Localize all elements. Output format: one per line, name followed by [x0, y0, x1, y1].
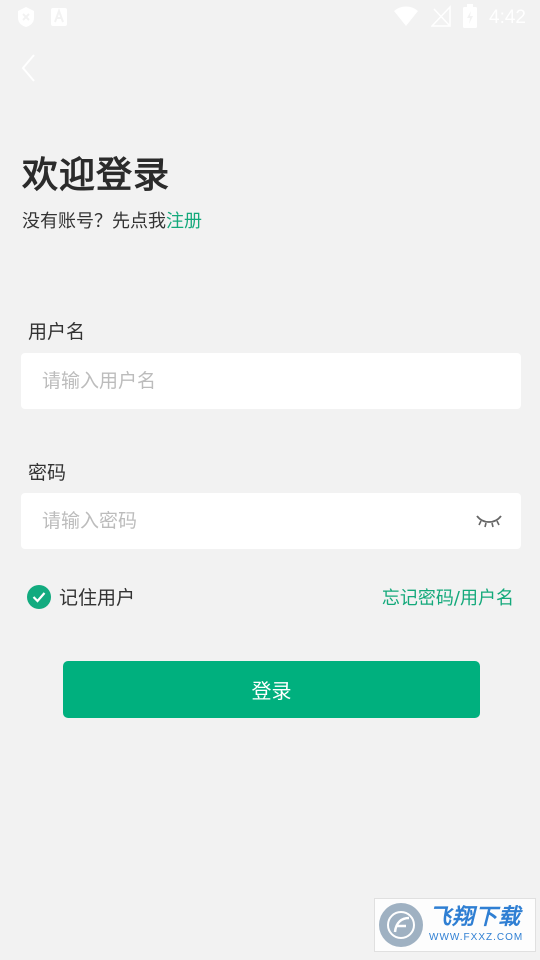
login-button[interactable]: 登录	[63, 661, 480, 718]
watermark-en: WWW.FXXZ.COM	[429, 932, 524, 943]
forgot-password-link[interactable]: 忘记密码/用户名	[382, 584, 514, 610]
watermark: 飞翔下载 WWW.FXXZ.COM	[374, 898, 536, 952]
back-button[interactable]	[20, 52, 48, 88]
password-label: 密码	[28, 462, 67, 484]
register-prompt-text: 没有账号？先点我	[22, 211, 166, 232]
password-input[interactable]	[21, 493, 462, 549]
notification-x-icon	[16, 6, 36, 32]
page-title: 欢迎登录	[22, 155, 171, 196]
notification-a-icon	[50, 7, 68, 31]
battery-icon	[463, 4, 478, 32]
status-time: 4:42	[489, 7, 526, 28]
checkmark-icon	[27, 584, 51, 609]
signal-off-icon	[430, 5, 451, 31]
chevron-left-icon	[20, 53, 36, 87]
password-field-container	[21, 493, 521, 549]
eye-closed-icon[interactable]	[475, 511, 503, 531]
watermark-logo-icon	[379, 903, 423, 947]
remember-user-label: 记住用户	[59, 587, 136, 609]
register-link[interactable]: 注册	[166, 211, 202, 232]
status-bar: 4:42	[0, 0, 540, 36]
username-field-container	[21, 353, 521, 409]
wifi-icon	[393, 5, 419, 31]
register-prompt: 没有账号？先点我注册	[22, 207, 202, 233]
watermark-cn: 飞翔下载	[429, 905, 522, 930]
username-label: 用户名	[28, 321, 86, 343]
remember-user-checkbox[interactable]: 记住用户	[27, 583, 135, 610]
username-input[interactable]	[21, 353, 462, 409]
